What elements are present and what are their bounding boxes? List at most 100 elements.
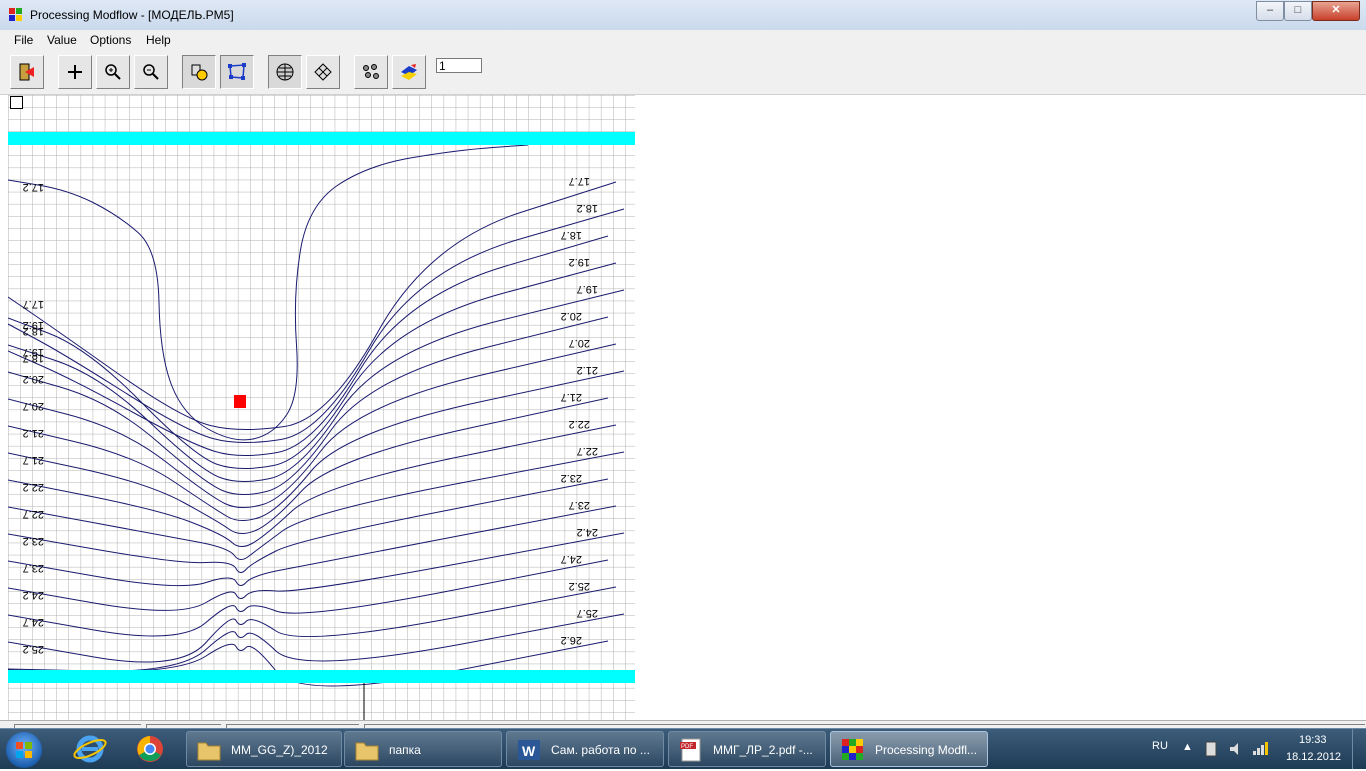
contour-label: 26.2 — [561, 634, 582, 646]
menu-options[interactable]: Options — [90, 33, 131, 47]
grid-diamond-button[interactable] — [306, 55, 340, 89]
layer-number-input[interactable] — [436, 58, 482, 73]
grid-view-icon — [276, 63, 294, 81]
toolbar — [0, 50, 1366, 95]
task-folder-mm[interactable]: MM_GG_Z)_2012 — [186, 731, 342, 767]
taskbar: MM_GG_Z)_2012 папка W Сам. работа по ...… — [0, 728, 1366, 769]
contour-label: 24.7 — [23, 616, 44, 628]
contour-label: 25.7 — [577, 607, 598, 619]
contour-label: 18.2 — [577, 202, 598, 214]
cross-cursor-button[interactable] — [58, 55, 92, 89]
contour-label: 25.2 — [23, 643, 44, 655]
contour-label: 17.7 — [569, 175, 590, 187]
contour-label: 25.2 — [569, 580, 590, 592]
volume-icon[interactable] — [1228, 741, 1244, 757]
task-pdf[interactable]: PDF ММГ_ЛР_2.pdf -... — [668, 731, 826, 767]
contour-label: 23.2 — [561, 472, 582, 484]
exit-button[interactable] — [10, 55, 44, 89]
dots-button[interactable] — [354, 55, 388, 89]
start-button[interactable] — [6, 732, 42, 768]
contour-label: 22.2 — [23, 481, 44, 493]
close-button[interactable]: ✕ — [1312, 1, 1360, 21]
menu-value[interactable]: Value — [47, 33, 77, 47]
grid-diamond-icon — [314, 63, 332, 81]
folder-icon — [197, 742, 221, 761]
folder-icon — [355, 742, 379, 761]
menu-bar: File Value Options Help — [0, 30, 1366, 50]
map-layer-icon — [401, 64, 417, 80]
svg-text:W: W — [522, 743, 536, 759]
contour-label: 24.2 — [577, 526, 598, 538]
zoom-in-button[interactable] — [96, 55, 130, 89]
task-label: MM_GG_Z)_2012 — [231, 743, 328, 757]
contour-label: 17.2 — [23, 181, 44, 193]
clock-time[interactable]: 19:33 — [1299, 734, 1327, 746]
task-label: Сам. работа по ... — [551, 743, 650, 757]
contour-label: 17.7 — [23, 298, 44, 310]
contour-label: 23.7 — [23, 562, 44, 574]
contour-label: 21.2 — [23, 427, 44, 439]
exit-icon — [19, 63, 34, 81]
contour-label: 19.7 — [577, 283, 598, 295]
contour-label: 24.7 — [561, 553, 582, 565]
internet-explorer-icon — [73, 735, 107, 763]
minimize-button[interactable]: – — [1256, 1, 1284, 21]
contour-label: 20.2 — [561, 310, 582, 322]
action-center-icon[interactable] — [1204, 741, 1218, 757]
ie-pinned[interactable] — [70, 733, 110, 765]
top-boundary-band — [8, 132, 635, 145]
map-layer-button[interactable] — [392, 55, 426, 89]
contour-label: 22.7 — [577, 445, 598, 457]
contour-label: 22.2 — [569, 418, 590, 430]
chrome-pinned[interactable] — [130, 733, 170, 765]
model-grid-view[interactable]: 17.2 17.7 17.7 18.2 18.2 18.7 18.7 19.2 19.2 19.7… — [8, 95, 635, 720]
windows-logo-icon — [16, 742, 32, 758]
modflow-icon — [842, 739, 863, 760]
cell-value-icon — [191, 64, 208, 81]
contour-label: 20.2 — [23, 373, 44, 385]
polygon-button[interactable] — [220, 55, 254, 89]
task-modflow[interactable]: Processing Modfl... — [830, 731, 988, 767]
contour-label: 23.7 — [569, 499, 590, 511]
select-corner-box[interactable] — [10, 96, 23, 109]
zoom-out-button[interactable] — [134, 55, 168, 89]
task-label: Processing Modfl... — [875, 743, 978, 757]
contour-map[interactable]: 17.2 17.717.718.218.218.718.719.219.219.7… — [8, 95, 635, 720]
contour-label: 18.7 — [561, 229, 582, 241]
task-label: ММГ_ЛР_2.pdf -... — [713, 743, 813, 757]
clock-date[interactable]: 18.12.2012 — [1286, 751, 1341, 763]
pdf-icon: PDF — [680, 738, 701, 762]
contour-label: 21.7 — [561, 391, 582, 403]
show-hidden-icons-icon[interactable]: ▲ — [1182, 741, 1193, 753]
contour-label: 23.2 — [23, 535, 44, 547]
maximize-button[interactable]: □ — [1284, 1, 1312, 21]
dots-icon — [363, 64, 379, 79]
menu-help[interactable]: Help — [146, 33, 171, 47]
cell-value-button[interactable] — [182, 55, 216, 89]
contour-label: 19.7 — [23, 346, 44, 358]
contour-label: 22.7 — [23, 508, 44, 520]
network-icon[interactable] — [1252, 739, 1270, 757]
modflow-app-icon — [9, 8, 22, 21]
cross-cursor-icon — [68, 65, 82, 79]
contour-label: 21.2 — [577, 364, 598, 376]
show-desktop-button[interactable] — [1352, 729, 1366, 769]
zoom-out-icon — [143, 64, 159, 80]
contour-label: 20.7 — [23, 400, 44, 412]
contour-label: 24.2 — [23, 589, 44, 601]
word-icon: W — [518, 740, 540, 760]
title-bar: Processing Modflow - [МОДЕЛЬ.PM5] – □ ✕ — [0, 0, 1366, 31]
task-word[interactable]: W Сам. работа по ... — [506, 731, 664, 767]
contour-label: 19.2 — [23, 319, 44, 331]
bottom-boundary-band — [8, 670, 635, 683]
grid-view-button[interactable] — [268, 55, 302, 89]
svg-text:PDF: PDF — [681, 744, 693, 750]
contour-label: 19.2 — [569, 256, 590, 268]
language-indicator[interactable]: RU — [1152, 740, 1168, 752]
chrome-icon — [137, 736, 163, 762]
polygon-icon — [228, 63, 246, 80]
menu-file[interactable]: File — [14, 33, 33, 47]
contour-label: 21.7 — [23, 454, 44, 466]
well-cell[interactable] — [234, 395, 246, 408]
task-folder-papka[interactable]: папка — [344, 731, 502, 767]
